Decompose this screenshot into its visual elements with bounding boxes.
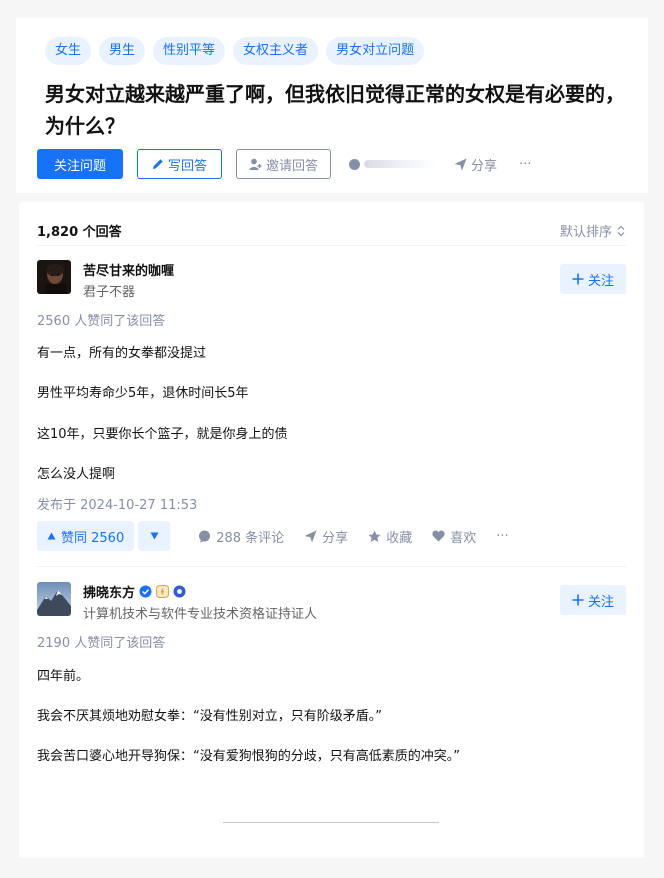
settings-icon	[173, 585, 186, 598]
author-info: 苦尽甘来的咖喱 君子不器	[83, 260, 174, 300]
answer-paragraph: 我会不厌其烦地劝慰女拳：“没有性别对立，只有阶级矛盾。”	[37, 709, 382, 724]
author-name-row: 拂晓东方	[83, 582, 317, 601]
answer-author: 苦尽甘来的咖喱 君子不器 关注	[37, 260, 626, 300]
answer-paragraph: 这10年，只要你长个篮子，就是你身上的债	[37, 427, 288, 442]
topic-tag[interactable]: 男女对立问题	[326, 37, 425, 65]
vote-up-button[interactable]: 赞同 2560	[37, 521, 135, 551]
follow-question-button[interactable]: 关注问题	[37, 149, 123, 179]
invite-answer-label: 邀请回答	[266, 158, 319, 174]
answers-card: 1,820 个回答 默认排序 苦尽甘来的咖喱 君子不器 关注 2560 人赞同了…	[19, 202, 644, 858]
answer-author: 拂晓东方 计算机技术与软件专业技术资格证持证人 关注	[37, 582, 626, 622]
invite-user-icon	[249, 158, 262, 171]
author-bio: 计算机技术与软件专业技术资格证持证人	[83, 607, 318, 622]
author-name[interactable]: 苦尽甘来的咖喱	[83, 260, 174, 279]
vote-up-label: 赞同 2560	[61, 530, 125, 546]
like-label: 喜欢	[450, 530, 477, 546]
more-actions-button[interactable]: ···	[496, 529, 508, 544]
comment-icon	[198, 530, 211, 543]
collect-label: 收藏	[386, 530, 413, 546]
topic-tags: 女生 男生 性别平等 女权主义者 男女对立问题	[45, 37, 425, 65]
plus-icon	[572, 594, 584, 606]
question-meta: 分享 ···	[349, 155, 531, 174]
plus-icon	[572, 273, 584, 285]
write-answer-label: 写回答	[168, 158, 208, 174]
like-button[interactable]: 喜欢	[432, 527, 476, 546]
vote-down-button[interactable]	[138, 521, 171, 551]
answer-count: 1,820 个回答	[37, 225, 122, 240]
blurred-meta	[364, 160, 437, 168]
answer-item: 拂晓东方 计算机技术与软件专业技术资格证持证人 关注 2190 人赞同了该回答 …	[37, 582, 626, 782]
avatar[interactable]	[37, 260, 71, 294]
write-answer-button[interactable]: 写回答	[137, 149, 223, 179]
sort-label: 默认排序	[559, 225, 612, 240]
publish-time[interactable]: 发布于 2024-10-27 11:53	[37, 494, 197, 513]
question-title[interactable]: 男女对立越来越严重了啊，但我依旧觉得正常的女权是有必要的，为什么？	[45, 78, 635, 142]
answer-paragraph: 四年前。	[37, 669, 90, 684]
answer-actions: 赞同 2560 288 条评论 分享 收藏 喜欢 ···	[37, 520, 509, 552]
topic-tag[interactable]: 女权主义者	[233, 37, 319, 65]
content-fade-divider	[223, 822, 439, 823]
answer-paragraph: 怎么没人提啊	[37, 467, 116, 482]
sort-dropdown[interactable]: 默认排序	[560, 221, 626, 240]
verified-icon	[139, 585, 152, 598]
share-label: 分享	[322, 530, 349, 546]
question-card: 女生 男生 性别平等 女权主义者 男女对立问题 男女对立越来越严重了啊，但我依旧…	[16, 18, 648, 193]
answers-header: 1,820 个回答 默认排序	[37, 216, 626, 246]
author-name[interactable]: 拂晓东方	[83, 582, 135, 601]
comments-button[interactable]: 288 条评论	[198, 527, 284, 546]
question-actions: 关注问题 写回答 邀请回答 分享 ···	[37, 148, 531, 180]
answer-divider	[37, 566, 626, 567]
badge-icon	[156, 585, 170, 598]
answer-paragraph: 有一点，所有的女拳都没提过	[37, 346, 207, 361]
pencil-icon	[152, 158, 164, 170]
answer-item: 苦尽甘来的咖喱 君子不器 关注 2560 人赞同了该回答 有一点，所有的女拳都没…	[37, 260, 626, 560]
more-icon[interactable]: ···	[519, 157, 531, 172]
topic-tag[interactable]: 性别平等	[153, 37, 226, 65]
voters-count: 2190 人赞同了该回答	[37, 636, 166, 651]
follow-author-button[interactable]: 关注	[560, 585, 626, 615]
heart-icon	[432, 530, 445, 542]
follow-label: 关注	[587, 273, 614, 289]
invite-answer-button[interactable]: 邀请回答	[236, 149, 332, 179]
star-icon	[368, 530, 381, 543]
follow-author-button[interactable]: 关注	[560, 264, 626, 294]
follow-label: 关注	[587, 594, 614, 610]
author-info: 拂晓东方 计算机技术与软件专业技术资格证持证人	[83, 582, 317, 622]
voters-count: 2560 人赞同了该回答	[37, 314, 166, 329]
share-icon	[304, 530, 317, 543]
share-icon	[454, 158, 467, 171]
topic-tag[interactable]: 女生	[45, 37, 92, 65]
share-question-button[interactable]: 分享	[471, 155, 497, 174]
answer-paragraph: 我会苦口婆心地开导狗保：“没有爱狗恨狗的分歧，只有高低素质的冲突。”	[37, 749, 460, 764]
comments-label: 288 条评论	[216, 530, 285, 546]
status-dot-icon	[349, 158, 361, 170]
author-bio: 君子不器	[83, 285, 136, 300]
vote-down-icon	[150, 532, 159, 540]
avatar[interactable]	[37, 582, 71, 616]
topic-tag[interactable]: 男生	[99, 37, 146, 65]
more-icon: ···	[496, 528, 509, 544]
share-button[interactable]: 分享	[304, 527, 348, 546]
answer-paragraph: 男性平均寿命少5年，退休时间长5年	[37, 386, 249, 401]
sort-icon	[616, 225, 626, 237]
page: 女生 男生 性别平等 女权主义者 男女对立问题 男女对立越来越严重了啊，但我依旧…	[0, 0, 664, 878]
vote-up-icon	[47, 532, 56, 540]
collect-button[interactable]: 收藏	[368, 527, 412, 546]
